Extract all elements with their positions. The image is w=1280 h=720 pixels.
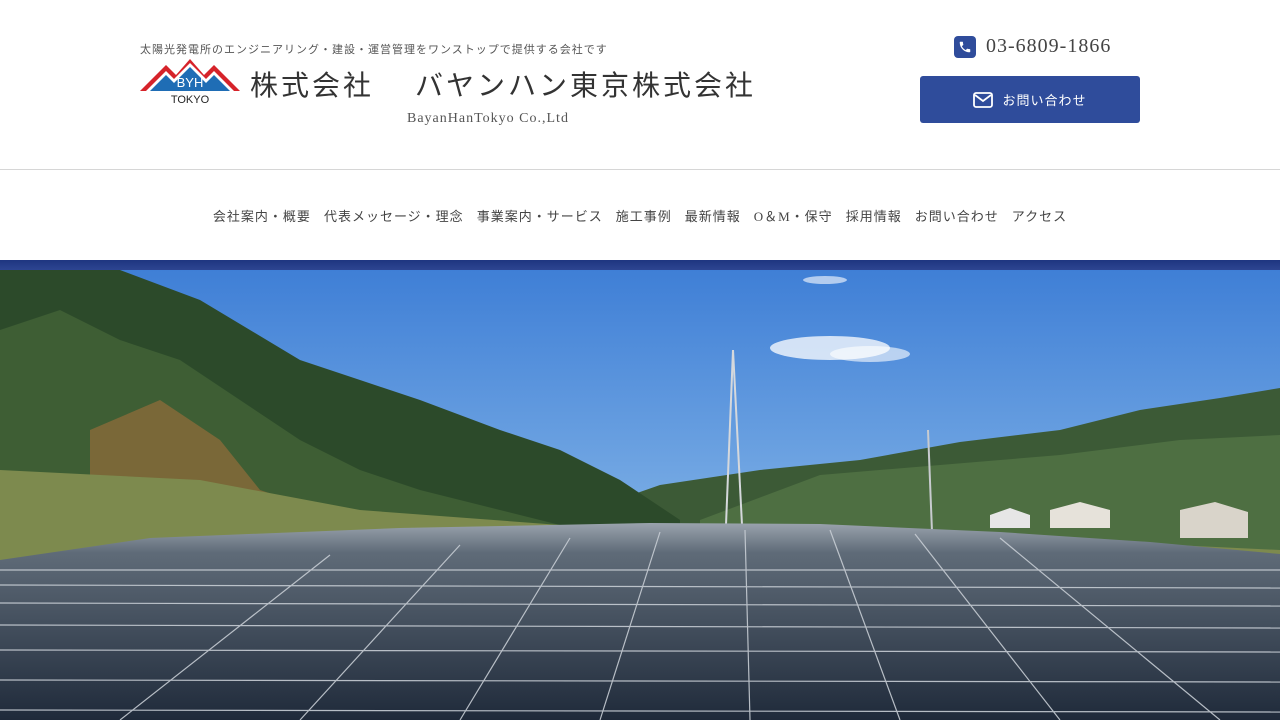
- nav-item-message[interactable]: 代表メッセージ・理念: [324, 206, 464, 225]
- company-logo[interactable]: BYH TOKYO: [140, 57, 240, 106]
- logo-bottom-text: TOKYO: [171, 94, 210, 105]
- hero-image: [0, 270, 1280, 720]
- nav-item-works[interactable]: 施工事例: [616, 206, 672, 225]
- site-header: 太陽光発電所のエンジニアリング・建設・運営管理をワンストップで提供する会社です …: [0, 0, 1280, 170]
- contact-button[interactable]: お問い合わせ: [920, 76, 1140, 123]
- site-tagline: 太陽光発電所のエンジニアリング・建設・運営管理をワンストップで提供する会社です: [140, 44, 608, 56]
- contact-button-label: お問い合わせ: [1002, 93, 1087, 108]
- company-name-en: BayanHanTokyo Co.,Ltd: [407, 111, 569, 126]
- nav-item-company[interactable]: 会社案内・概要: [213, 206, 311, 225]
- global-nav: 会社案内・概要 代表メッセージ・理念 事業案内・サービス 施工事例 最新情報 O…: [0, 170, 1280, 260]
- nav-item-services[interactable]: 事業案内・サービス: [477, 206, 603, 225]
- mail-icon: [973, 91, 994, 108]
- phone-contact[interactable]: 03-6809-1866: [954, 35, 1111, 58]
- phone-icon: [954, 35, 976, 58]
- nav-item-contact[interactable]: お問い合わせ: [915, 206, 999, 225]
- nav-item-news[interactable]: 最新情報: [685, 206, 741, 225]
- nav-item-access[interactable]: アクセス: [1012, 206, 1067, 225]
- company-name[interactable]: 株式会社 バヤンハン東京株式会社: [250, 64, 756, 104]
- hero-top-bar: [0, 260, 1280, 270]
- phone-number[interactable]: 03-6809-1866: [986, 35, 1111, 58]
- nav-item-om[interactable]: O＆M・保守: [754, 206, 833, 225]
- logo-top-text: BYH: [177, 75, 204, 90]
- nav-item-recruit[interactable]: 採用情報: [846, 206, 902, 225]
